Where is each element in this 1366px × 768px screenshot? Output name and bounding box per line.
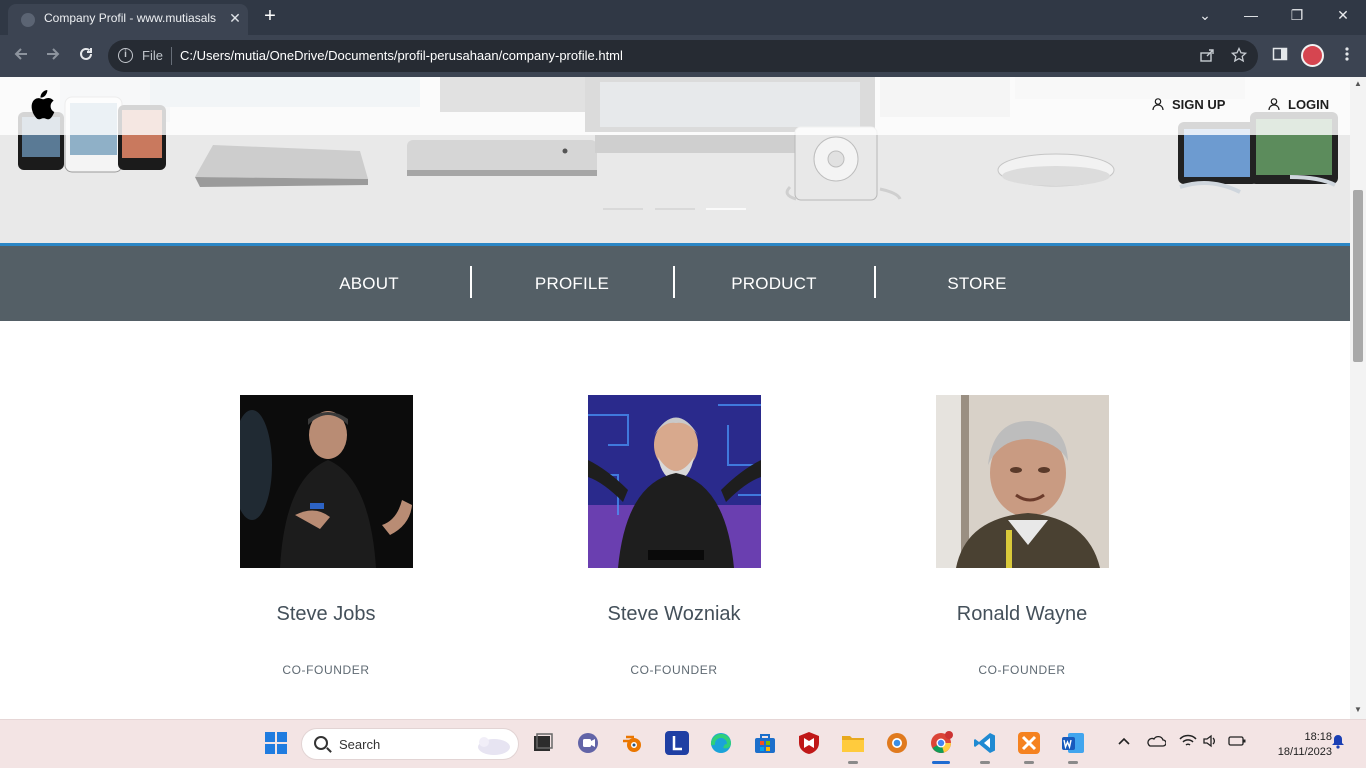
carousel-indicator-2[interactable]	[655, 208, 695, 210]
user-icon	[1152, 97, 1164, 111]
taskbar-search-label: Search	[339, 737, 381, 752]
edge-browser-icon[interactable]	[709, 731, 733, 755]
mcafee-icon[interactable]	[797, 731, 821, 755]
chrome-icon[interactable]	[929, 731, 953, 755]
menu-item-product[interactable]: PRODUCT	[673, 246, 875, 321]
tab-search-icon[interactable]: ⌄	[1182, 4, 1228, 26]
windows-taskbar: Search 18:18 18/11/2023	[0, 719, 1366, 768]
blender-icon[interactable]	[621, 731, 645, 755]
taskbar-search[interactable]: Search	[301, 728, 519, 760]
scroll-thumb[interactable]	[1353, 190, 1363, 362]
clock-date: 18/11/2023	[1277, 746, 1332, 758]
member-role: CO-FOUNDER	[978, 663, 1066, 677]
scroll-up-arrow-icon[interactable]: ▲	[1350, 79, 1366, 88]
forward-arrow-icon[interactable]	[42, 45, 64, 67]
show-hidden-icons-icon[interactable]	[1117, 734, 1131, 751]
member-role: CO-FOUNDER	[630, 663, 718, 677]
url-text[interactable]: C:/Users/mutia/OneDrive/Documents/profil…	[180, 48, 623, 63]
signup-label: SIGN UP	[1172, 97, 1226, 112]
bookmark-star-icon[interactable]	[1230, 46, 1248, 65]
main-menu: ABOUT PROFILE PRODUCT STORE	[0, 246, 1350, 321]
ronald-wayne-photo	[935, 395, 1109, 568]
address-prefix: File	[142, 48, 163, 63]
close-window-button[interactable]: ✕	[1320, 4, 1366, 26]
search-icon	[314, 736, 328, 750]
menu-item-store[interactable]: STORE	[876, 246, 1078, 321]
windows-start-icon[interactable]	[264, 731, 288, 755]
member-role: CO-FOUNDER	[282, 663, 370, 677]
notification-bell-icon[interactable]	[1330, 733, 1346, 752]
running-indicator	[848, 761, 858, 764]
running-indicator	[1024, 761, 1034, 764]
member-name: Steve Wozniak	[607, 603, 741, 625]
page-scrollbar[interactable]: ▲ ▼	[1350, 77, 1366, 719]
wifi-icon[interactable]	[1179, 734, 1197, 751]
steve-jobs-photo	[239, 395, 413, 568]
restore-button[interactable]: ❐	[1274, 4, 1320, 26]
file-explorer-icon[interactable]	[841, 731, 865, 755]
clock-time: 18:18	[1304, 731, 1332, 743]
close-tab-icon[interactable]: ✕	[227, 9, 243, 27]
running-indicator	[1068, 761, 1078, 764]
browser-title-bar: Company Profil - www.mutiasals ✕ + ⌄ — ❐…	[0, 0, 1366, 35]
active-indicator	[932, 761, 950, 764]
side-panel-icon[interactable]	[1270, 46, 1290, 66]
onedrive-icon[interactable]	[1146, 734, 1167, 751]
chrome-dev-icon[interactable]	[885, 731, 909, 755]
system-clock[interactable]: 18:18 18/11/2023	[1252, 730, 1332, 760]
profile-avatar[interactable]	[1301, 44, 1324, 67]
microsoft-store-icon[interactable]	[753, 731, 777, 755]
team-card: Steve Wozniak CO-FOUNDER	[524, 395, 824, 677]
minimize-button[interactable]: —	[1228, 4, 1274, 26]
word-icon[interactable]	[1061, 731, 1085, 755]
login-label: LOGIN	[1288, 97, 1330, 112]
menu-item-profile[interactable]: PROFILE	[471, 246, 673, 321]
globe-icon	[21, 13, 35, 27]
volume-icon[interactable]	[1202, 734, 1218, 751]
teams-chat-icon[interactable]	[576, 731, 600, 755]
address-bar[interactable]: i File C:/Users/mutia/OneDrive/Documents…	[108, 40, 1258, 72]
site-header: SIGN UP LOGIN	[0, 77, 1350, 135]
browser-tab[interactable]: Company Profil - www.mutiasals ✕	[8, 4, 248, 35]
carousel-indicator-1[interactable]	[603, 208, 643, 210]
battery-icon[interactable]	[1227, 734, 1247, 751]
page-viewport: SIGN UP LOGIN ABOUT PROFILE PRODUCT STOR…	[0, 77, 1350, 719]
carousel-indicator-3[interactable]	[706, 208, 746, 210]
member-name: Steve Jobs	[276, 603, 376, 625]
l-app-icon[interactable]	[665, 731, 689, 755]
steve-wozniak-photo	[587, 395, 761, 568]
menu-item-about[interactable]: ABOUT	[268, 246, 470, 321]
task-view-icon[interactable]	[531, 731, 555, 755]
vscode-icon[interactable]	[973, 731, 997, 755]
team-card: Steve Jobs CO-FOUNDER	[176, 395, 476, 677]
login-link[interactable]: LOGIN	[1268, 96, 1329, 114]
xampp-icon[interactable]	[1017, 731, 1041, 755]
team-card: Ronald Wayne CO-FOUNDER	[872, 395, 1172, 677]
tab-title: Company Profil - www.mutiasals	[44, 11, 217, 25]
scroll-down-arrow-icon[interactable]: ▼	[1350, 705, 1366, 714]
back-arrow-icon[interactable]	[10, 45, 32, 67]
new-tab-button[interactable]: +	[258, 6, 282, 28]
browser-toolbar: i File C:/Users/mutia/OneDrive/Documents…	[0, 35, 1366, 77]
running-indicator	[980, 761, 990, 764]
address-separator	[171, 47, 172, 65]
member-name: Ronald Wayne	[956, 603, 1088, 625]
more-menu-icon[interactable]	[1337, 46, 1357, 66]
search-highlight-icon	[478, 737, 510, 755]
apple-logo-icon[interactable]	[27, 89, 55, 121]
site-info-icon[interactable]: i	[118, 48, 133, 63]
signup-link[interactable]: SIGN UP	[1152, 96, 1225, 114]
user-icon	[1268, 97, 1280, 111]
share-icon[interactable]	[1198, 47, 1216, 65]
reload-icon[interactable]	[75, 45, 97, 67]
